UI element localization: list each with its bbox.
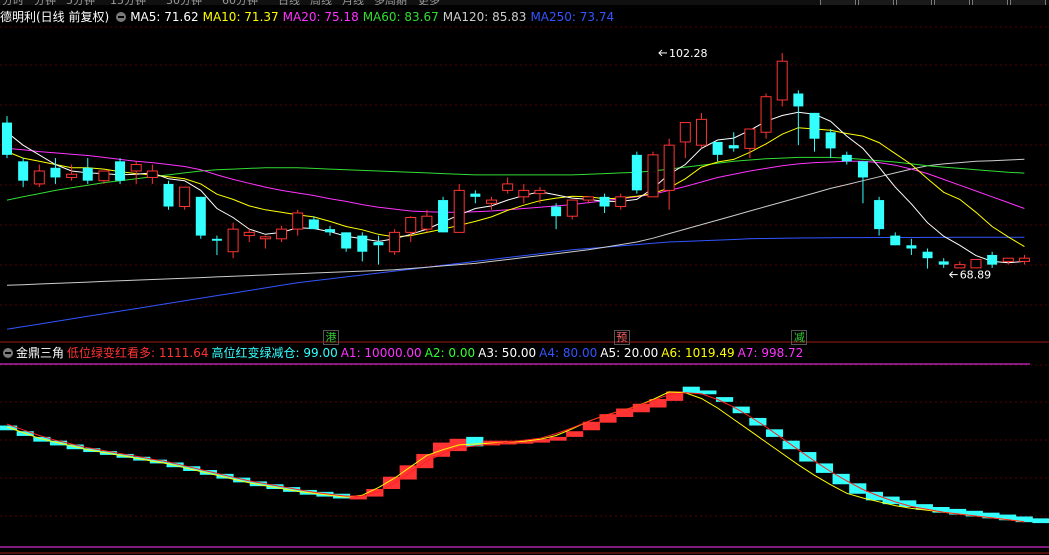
candle-body xyxy=(841,154,852,162)
candle-body xyxy=(631,154,642,191)
candle-body xyxy=(211,238,222,241)
candle-body xyxy=(760,96,772,133)
candle-body xyxy=(809,112,820,139)
candle-body xyxy=(551,206,562,217)
candle-body xyxy=(970,258,982,269)
candle-body xyxy=(825,132,836,149)
ma10-line xyxy=(6,127,1025,248)
candle-body xyxy=(776,60,788,101)
candle-body xyxy=(115,161,126,181)
candle-body xyxy=(793,93,804,107)
indicator-bar xyxy=(1032,518,1049,524)
candle-body xyxy=(66,173,78,178)
annotation-label: 68.89 xyxy=(960,269,992,282)
candle-body xyxy=(421,215,433,230)
candle-body xyxy=(179,186,191,208)
candle-body xyxy=(486,199,497,204)
candle-body xyxy=(874,200,885,230)
candle-body xyxy=(373,242,384,246)
candle-body xyxy=(146,170,158,178)
candle-body xyxy=(518,189,530,198)
candle-body xyxy=(308,219,319,230)
candle-body xyxy=(615,196,627,208)
candle-body xyxy=(1002,257,1014,262)
candle-body xyxy=(502,183,514,191)
signal-marker-2: 减 xyxy=(791,330,808,345)
ma250-line xyxy=(6,236,1025,330)
candle-body xyxy=(582,196,594,201)
candle-body xyxy=(130,164,142,172)
indicator-bar xyxy=(849,483,867,494)
candle-body xyxy=(243,231,255,237)
candle-body xyxy=(325,229,335,233)
candle-body xyxy=(954,264,966,269)
signal-marker-0: 港 xyxy=(323,330,339,345)
indicator-slow-line xyxy=(6,391,1025,523)
candle-body xyxy=(195,196,206,236)
candle-body xyxy=(276,228,288,240)
candle-body xyxy=(33,170,45,185)
candle-body xyxy=(534,189,546,195)
candle-body xyxy=(163,183,174,207)
candle-body xyxy=(438,200,449,233)
candle-body xyxy=(987,254,998,265)
candle-body xyxy=(938,261,949,265)
candle-body xyxy=(663,144,675,191)
candle-body xyxy=(292,212,304,230)
candle-body xyxy=(744,128,756,149)
candle-body xyxy=(679,122,691,143)
candle-body xyxy=(405,217,417,233)
candle-body xyxy=(18,161,29,181)
candle-body xyxy=(98,170,110,182)
candle-body xyxy=(647,154,659,198)
candle-body xyxy=(50,167,61,178)
indicator-bar xyxy=(566,431,584,437)
candle-body xyxy=(728,145,739,149)
candle-body xyxy=(890,235,901,246)
candle-body xyxy=(259,236,271,240)
candle-body xyxy=(357,235,368,252)
indicator-bar xyxy=(599,414,617,423)
candle-body xyxy=(341,232,352,249)
candle-body xyxy=(82,167,93,181)
candle-body xyxy=(922,251,933,259)
candle-body xyxy=(1018,257,1030,262)
indicator-guide-line xyxy=(6,392,1025,523)
candle-body xyxy=(857,161,868,178)
ma120-line xyxy=(6,158,1025,286)
annotation-label: 102.28 xyxy=(669,47,708,60)
candlestick-chart[interactable]: 102.28 68.89 xyxy=(0,0,1049,555)
candle-body xyxy=(712,141,723,155)
candle-body xyxy=(389,231,401,253)
candle-body xyxy=(566,199,578,217)
candle-body xyxy=(695,118,707,146)
candle-body xyxy=(599,196,610,207)
candle-body xyxy=(227,228,239,253)
candle-body xyxy=(906,245,917,249)
candle-body xyxy=(470,193,481,197)
signal-marker-1: 预 xyxy=(613,330,630,345)
indicator-bar xyxy=(832,473,850,485)
ma5-line xyxy=(6,111,1025,264)
candle-body xyxy=(2,122,12,155)
candle-body xyxy=(453,189,465,233)
indicator-bar xyxy=(549,436,567,441)
